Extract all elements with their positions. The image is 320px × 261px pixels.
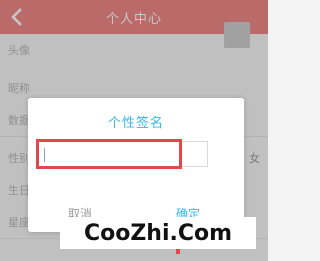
watermark-logo: CooZhi.Com <box>60 217 256 249</box>
signature-dialog: 个性签名 取消 确定 <box>28 98 244 232</box>
signature-input[interactable] <box>38 141 208 167</box>
dialog-title: 个性签名 <box>107 116 164 131</box>
text-caret <box>44 148 45 162</box>
